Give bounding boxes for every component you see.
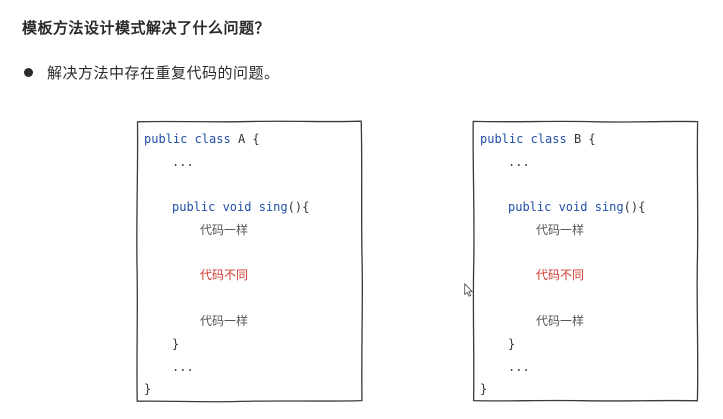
method-declaration-line: public void sing(){	[508, 199, 645, 215]
same-code-line-1: 代码一样	[536, 223, 585, 237]
page-title: 模板方法设计模式解决了什么问题？	[22, 19, 271, 37]
method-paren-brace: (){	[623, 200, 646, 214]
ellipsis-bottom: ...	[172, 360, 194, 374]
method-close-brace: }	[508, 337, 516, 351]
sketch-frame	[136, 120, 364, 403]
same-code-line-2: 代码一样	[200, 314, 249, 328]
method-keyword: public void	[172, 200, 252, 214]
code-card-class-a: public class A { ... public void sing(){…	[136, 120, 364, 403]
bullet-item: 解决方法中存在重复代码的问题。	[24, 62, 280, 82]
class-close-brace: }	[480, 382, 488, 396]
mouse-pointer-icon	[464, 283, 473, 297]
class-open-brace: {	[252, 132, 260, 146]
method-declaration-line: public void sing(){	[172, 199, 309, 215]
method-name: sing	[258, 200, 288, 214]
class-keyword: public class	[144, 132, 231, 146]
method-keyword: public void	[508, 200, 588, 214]
class-keyword: public class	[480, 132, 567, 146]
bullet-dot-icon	[24, 67, 33, 77]
method-name: sing	[594, 200, 624, 214]
ellipsis-bottom: ...	[508, 360, 530, 374]
code-card-class-b: public class B { ... public void sing(){…	[472, 120, 699, 402]
class-close-brace: }	[144, 382, 152, 396]
class-declaration-line: public class A {	[144, 131, 260, 147]
bullet-text: 解决方法中存在重复代码的问题。	[47, 63, 280, 82]
method-close-brace: }	[172, 337, 180, 351]
different-code-line: 代码不同	[200, 268, 249, 282]
method-paren-brace: (){	[287, 200, 310, 214]
class-name: A	[237, 132, 246, 146]
class-open-brace: {	[588, 132, 596, 146]
sketch-frame	[472, 120, 699, 402]
class-declaration-line: public class B {	[480, 131, 596, 147]
different-code-line: 代码不同	[536, 268, 585, 282]
same-code-line-2: 代码一样	[536, 314, 585, 328]
ellipsis-top: ...	[172, 155, 194, 169]
same-code-line-1: 代码一样	[200, 223, 249, 237]
class-name: B	[573, 132, 582, 146]
ellipsis-top: ...	[508, 155, 530, 169]
